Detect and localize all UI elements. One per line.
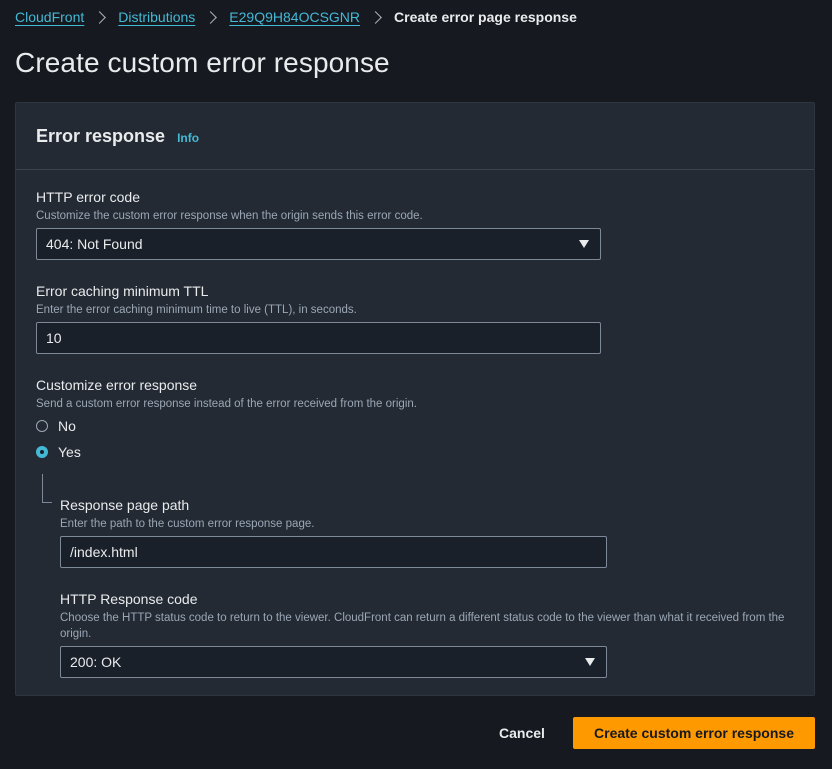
http-response-code-label: HTTP Response code — [60, 591, 198, 607]
radio-checked-icon — [36, 446, 48, 458]
radio-option-no[interactable]: No — [36, 418, 76, 434]
error-response-panel: Error response Info HTTP error code Cust… — [15, 102, 815, 696]
response-page-path-description: Enter the path to the custom error respo… — [60, 518, 315, 530]
http-response-code-description: Choose the HTTP status code to return to… — [60, 612, 785, 640]
breadcrumb: CloudFront Distributions E29Q9H84OCSGNR … — [15, 8, 577, 26]
breadcrumb-link-distribution-id[interactable]: E29Q9H84OCSGNR — [229, 9, 360, 25]
caret-down-icon — [585, 658, 595, 666]
customize-description: Send a custom error response instead of … — [36, 398, 417, 410]
radio-option-yes[interactable]: Yes — [36, 444, 81, 460]
chevron-right-icon — [369, 10, 382, 24]
tree-connector-line — [42, 502, 52, 503]
http-error-code-description: Customize the custom error response when… — [36, 210, 423, 222]
breadcrumb-link-distributions[interactable]: Distributions — [118, 9, 195, 25]
ttl-description: Enter the error caching minimum time to … — [36, 304, 357, 316]
ttl-input[interactable]: 10 — [36, 322, 601, 354]
radio-label-yes: Yes — [58, 444, 81, 460]
panel-header: Error response Info — [16, 103, 814, 170]
breadcrumb-current: Create error page response — [394, 9, 577, 25]
panel-title: Error response — [36, 125, 166, 146]
response-page-path-input[interactable]: /index.html — [60, 536, 607, 568]
tree-connector-line — [42, 474, 43, 502]
http-error-code-value: 404: Not Found — [46, 236, 143, 252]
page-title: Create custom error response — [15, 47, 390, 78]
chevron-right-icon — [204, 10, 218, 24]
http-error-code-label: HTTP error code — [36, 189, 140, 205]
ttl-value: 10 — [46, 330, 62, 346]
ttl-field: Error caching minimum TTL Enter the erro… — [36, 282, 357, 318]
http-error-code-field: HTTP error code Customize the custom err… — [36, 188, 423, 224]
http-response-code-value: 200: OK — [70, 654, 122, 670]
customize-label: Customize error response — [36, 377, 198, 393]
http-response-code-field: HTTP Response code Choose the HTTP statu… — [60, 590, 800, 642]
chevron-right-icon — [93, 10, 107, 24]
response-page-path-label: Response page path — [60, 497, 190, 513]
customize-field: Customize error response Send a custom e… — [36, 376, 417, 412]
radio-unchecked-icon — [36, 420, 48, 432]
page: CloudFront Distributions E29Q9H84OCSGNR … — [0, 0, 832, 769]
cancel-button[interactable]: Cancel — [484, 717, 560, 749]
caret-down-icon — [579, 240, 589, 248]
info-link[interactable]: Info — [177, 131, 199, 145]
ttl-label: Error caching minimum TTL — [36, 283, 209, 299]
response-page-path-value: /index.html — [70, 544, 138, 560]
response-page-path-field: Response page path Enter the path to the… — [60, 496, 314, 532]
http-error-code-select[interactable]: 404: Not Found — [36, 228, 601, 260]
http-response-code-select[interactable]: 200: OK — [60, 646, 607, 678]
create-custom-error-response-button[interactable]: Create custom error response — [573, 717, 815, 749]
breadcrumb-link-cloudfront[interactable]: CloudFront — [15, 9, 84, 25]
radio-label-no: No — [58, 418, 76, 434]
